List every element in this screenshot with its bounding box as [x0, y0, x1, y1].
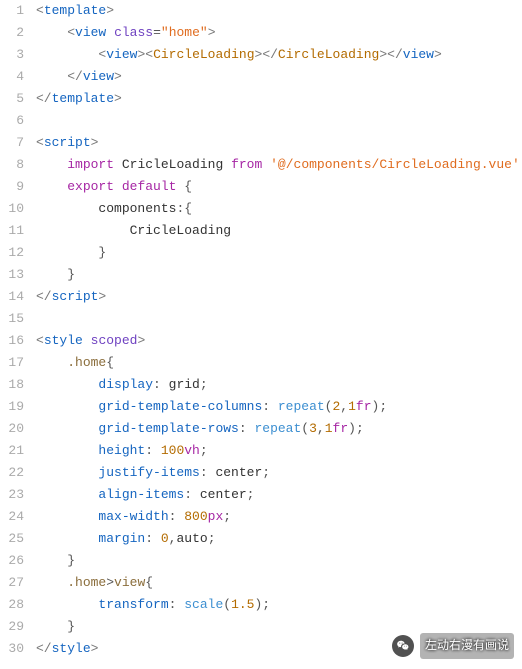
- line-number: 22: [0, 462, 24, 484]
- code-line: </template>: [36, 88, 522, 110]
- code-line: margin: 0,auto;: [36, 528, 522, 550]
- code-line: }: [36, 264, 522, 286]
- code-line: export default {: [36, 176, 522, 198]
- line-number: 28: [0, 594, 24, 616]
- line-number: 16: [0, 330, 24, 352]
- line-number: 21: [0, 440, 24, 462]
- line-number: 2: [0, 22, 24, 44]
- code-line: </script>: [36, 286, 522, 308]
- line-number: 7: [0, 132, 24, 154]
- code-line: }: [36, 550, 522, 572]
- line-number: 10: [0, 198, 24, 220]
- line-number: 13: [0, 264, 24, 286]
- line-number: 3: [0, 44, 24, 66]
- line-number: 20: [0, 418, 24, 440]
- code-line: grid-template-rows: repeat(3,1fr);: [36, 418, 522, 440]
- code-line: }: [36, 242, 522, 264]
- line-number: 26: [0, 550, 24, 572]
- code-line: </view>: [36, 66, 522, 88]
- line-number: 18: [0, 374, 24, 396]
- code-line: [36, 308, 522, 330]
- code-line: <template>: [36, 0, 522, 22]
- line-number: 15: [0, 308, 24, 330]
- code-line: <view class="home">: [36, 22, 522, 44]
- line-number: 4: [0, 66, 24, 88]
- line-number: 23: [0, 484, 24, 506]
- code-line: <view><CircleLoading></CircleLoading></v…: [36, 44, 522, 66]
- wechat-icon: [392, 635, 414, 657]
- code-line: grid-template-columns: repeat(2,1fr);: [36, 396, 522, 418]
- code-line: import CricleLoading from '@/components/…: [36, 154, 522, 176]
- line-number: 30: [0, 638, 24, 660]
- code-line: .home>view{: [36, 572, 522, 594]
- code-line: display: grid;: [36, 374, 522, 396]
- line-number: 6: [0, 110, 24, 132]
- line-number: 14: [0, 286, 24, 308]
- code-line: align-items: center;: [36, 484, 522, 506]
- line-number: 17: [0, 352, 24, 374]
- line-number: 5: [0, 88, 24, 110]
- code-line: .home{: [36, 352, 522, 374]
- code-line: <script>: [36, 132, 522, 154]
- line-number: 8: [0, 154, 24, 176]
- code-editor: 1234567891011121314151617181920212223242…: [0, 0, 522, 669]
- code-line: height: 100vh;: [36, 440, 522, 462]
- watermark-text: 左动右漫有画说: [420, 633, 514, 659]
- line-number: 24: [0, 506, 24, 528]
- watermark: 左动右漫有画说: [392, 633, 514, 659]
- code-line: CricleLoading: [36, 220, 522, 242]
- code-line: components:{: [36, 198, 522, 220]
- code-line: transform: scale(1.5);: [36, 594, 522, 616]
- line-number: 27: [0, 572, 24, 594]
- line-number: 9: [0, 176, 24, 198]
- line-number: 25: [0, 528, 24, 550]
- code-area: <template> <view class="home"> <view><Ci…: [32, 0, 522, 669]
- code-line: [36, 110, 522, 132]
- line-number: 19: [0, 396, 24, 418]
- code-line: justify-items: center;: [36, 462, 522, 484]
- line-number: 29: [0, 616, 24, 638]
- line-number: 1: [0, 0, 24, 22]
- line-number: 12: [0, 242, 24, 264]
- code-line: <style scoped>: [36, 330, 522, 352]
- line-number-gutter: 1234567891011121314151617181920212223242…: [0, 0, 32, 669]
- line-number: 11: [0, 220, 24, 242]
- code-line: max-width: 800px;: [36, 506, 522, 528]
